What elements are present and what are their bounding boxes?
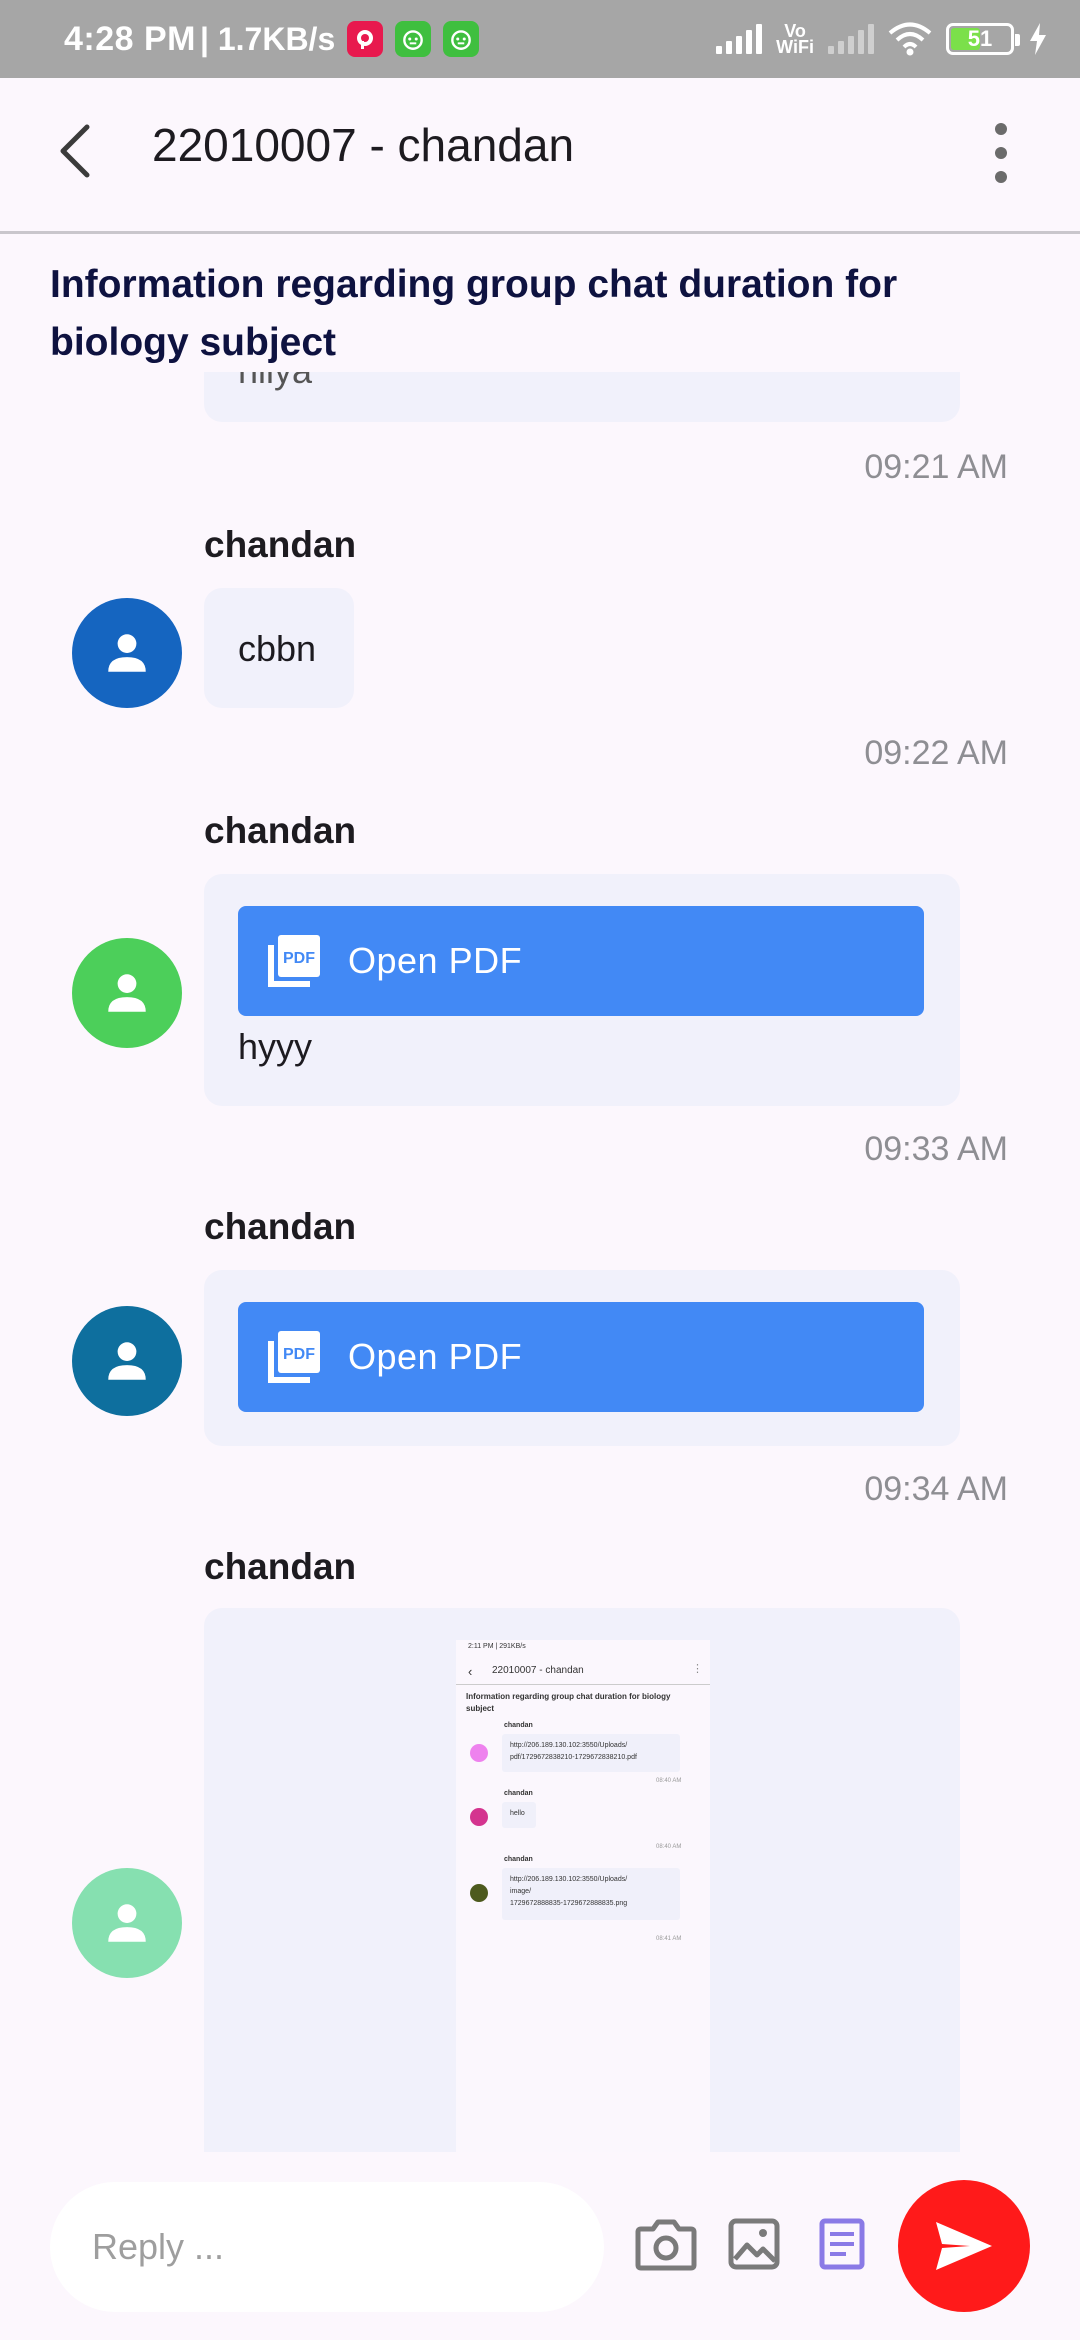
status-time: 4:28 PM <box>64 19 196 58</box>
reply-bar <box>0 2152 1080 2340</box>
svg-text:PDF: PDF <box>283 950 315 967</box>
cell-signal-2-icon <box>828 24 874 54</box>
more-vert-icon <box>995 123 1007 135</box>
message-bubble: cbbn <box>204 588 354 708</box>
page-title: 22010007 - chandan <box>152 119 575 171</box>
reply-input[interactable] <box>50 2182 604 2312</box>
open-pdf-button[interactable]: PDF Open PDF <box>238 1302 924 1412</box>
battery-level: 51 <box>967 26 993 51</box>
message-sender: chandan <box>204 1206 357 1247</box>
vowifi-label: Vo WiFi <box>776 21 814 57</box>
message-sender: chandan <box>204 810 357 851</box>
message-time: 09:33 AM <box>864 1130 1008 1168</box>
chat-subject: Information regarding group chat duratio… <box>50 263 898 364</box>
message-time: 09:22 AM <box>864 734 1008 772</box>
android-app-icon <box>395 21 432 57</box>
svg-text:PDF: PDF <box>283 1346 315 1363</box>
arrow-back-icon <box>60 124 90 178</box>
pdf-icon: PDF <box>268 935 320 987</box>
person-icon <box>108 634 146 672</box>
open-pdf-label: Open PDF <box>348 940 523 981</box>
open-pdf-label: Open PDF <box>348 1336 523 1377</box>
notification-app-icon <box>347 21 384 57</box>
person-icon <box>108 1904 146 1942</box>
person-icon <box>108 974 146 1012</box>
camera-button[interactable] <box>626 2204 706 2284</box>
message-bubble: 2:11 PM | 291KB/s ‹ 22010007 - chandan ⋮… <box>204 1608 960 2152</box>
status-bar: 4:28 PM | 1.7KB/s Vo WiFi 51 <box>0 0 1080 78</box>
more-options-button[interactable] <box>978 108 1024 198</box>
message-bubble: hiiya <box>204 372 960 422</box>
gallery-button[interactable] <box>714 2204 794 2284</box>
chat-message-list[interactable]: hiiya 09:21 AM chandan cbbn 09:22 AM cha… <box>0 372 1080 2152</box>
pdf-icon: PDF <box>268 1331 320 1383</box>
message-sender: chandan <box>204 1546 357 1587</box>
send-icon <box>936 2222 992 2270</box>
message-bubble: PDF Open PDF hyyy <box>204 874 960 1106</box>
document-icon <box>819 2218 865 2270</box>
document-button[interactable] <box>802 2204 882 2284</box>
app-bar: 22010007 - chandan <box>0 78 1080 234</box>
avatar <box>72 938 182 1048</box>
wifi-icon <box>888 22 932 56</box>
message-time: 09:21 AM <box>864 448 1008 486</box>
open-pdf-button[interactable]: PDF Open PDF <box>238 906 924 1016</box>
person-icon <box>108 1342 146 1380</box>
back-button[interactable] <box>40 116 110 186</box>
image-attachment[interactable]: 2:11 PM | 291KB/s ‹ 22010007 - chandan ⋮… <box>456 1640 710 2152</box>
avatar <box>72 1306 182 1416</box>
message-bubble: PDF Open PDF <box>204 1270 960 1446</box>
image-icon <box>728 2218 780 2270</box>
charging-bolt-icon <box>1030 23 1046 55</box>
message-time: 09:34 AM <box>864 1470 1008 1508</box>
avatar <box>72 598 182 708</box>
avatar <box>72 1868 182 1978</box>
android-app-icon-2 <box>443 21 480 57</box>
camera-icon <box>635 2219 697 2271</box>
battery-icon: 51 <box>946 23 1020 55</box>
send-button[interactable] <box>898 2180 1030 2312</box>
message-sender: chandan <box>204 524 357 565</box>
status-speed: | 1.7KB/s <box>200 20 336 57</box>
cell-signal-icon <box>716 24 763 54</box>
